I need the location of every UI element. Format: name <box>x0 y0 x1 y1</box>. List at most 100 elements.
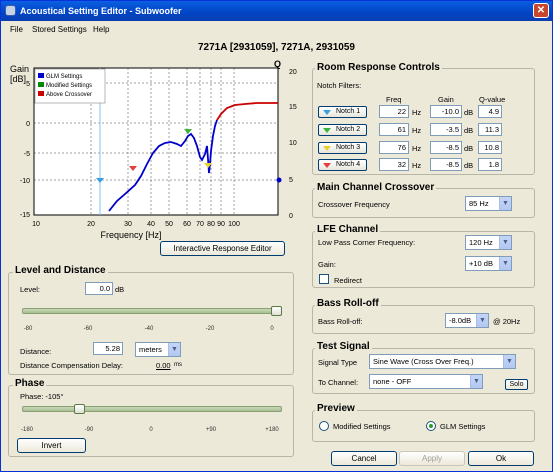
notch-1-gain[interactable]: -10.0 <box>430 105 462 118</box>
notch-3-q[interactable]: 10.8 <box>478 141 502 154</box>
notch-3-gain[interactable]: -8.5 <box>430 141 462 154</box>
level-db-unit: dB <box>115 285 125 294</box>
notch-3-label: Notch 3 <box>336 144 361 151</box>
chevron-down-icon[interactable]: ▼ <box>503 355 515 368</box>
phase-tick: -180 <box>20 427 34 433</box>
distance-label: Distance: <box>20 347 52 356</box>
notch-1-label: Notch 1 <box>336 108 361 115</box>
apply-button[interactable]: Apply <box>399 451 465 466</box>
title-bar: Acoustical Setting Editor - Subwoofer ✕ <box>1 1 552 21</box>
to-channel-label: To Channel: <box>318 378 359 387</box>
legend-above: Above Crossover <box>46 92 92 98</box>
notch-1-button[interactable]: Notch 1 <box>318 106 367 118</box>
notch-4-freq[interactable]: 32 <box>379 158 409 171</box>
ok-button[interactable]: Ok <box>468 451 534 466</box>
col-gain: Gain <box>438 95 454 104</box>
notch-4-color-icon <box>323 163 331 168</box>
notch-4-gain[interactable]: -8.5 <box>430 158 462 171</box>
app-icon <box>5 5 16 16</box>
y-tick: -5 <box>24 151 30 158</box>
col-freq: Freq <box>386 95 402 104</box>
redirect-checkbox[interactable] <box>319 274 329 284</box>
level-distance-group <box>8 272 294 375</box>
menu-stored-settings[interactable]: Stored Settings <box>32 25 87 34</box>
chevron-down-icon[interactable]: ▼ <box>476 314 488 327</box>
level-slider-thumb[interactable] <box>271 306 282 316</box>
q-marker <box>276 177 282 183</box>
legend: GLM Settings Modified Settings Above Cro… <box>34 68 106 104</box>
q-tick: 15 <box>289 104 297 111</box>
distance-field[interactable]: 5.28 <box>93 342 123 355</box>
y-tick: -15 <box>20 212 30 219</box>
glm-settings-label: GLM Settings <box>440 422 486 431</box>
phase-slider[interactable] <box>22 406 282 412</box>
chevron-down-icon[interactable]: ▼ <box>499 236 511 249</box>
level-slider[interactable] <box>22 308 282 314</box>
crossover-title: Main Channel Crossover <box>315 182 437 193</box>
x-tick: 10 <box>32 221 40 228</box>
q-tick: 0 <box>289 213 293 220</box>
close-icon[interactable]: ✕ <box>533 3 549 18</box>
notch-4-button[interactable]: Notch 4 <box>318 159 367 171</box>
chevron-down-icon[interactable]: ▼ <box>499 197 511 210</box>
level-field[interactable]: 0.0 <box>85 282 113 295</box>
signal-type-select[interactable]: Sine Wave (Cross Over Freq.) ▼ <box>369 354 516 369</box>
lowpass-value: 120 Hz <box>469 238 493 247</box>
glm-settings-radio[interactable] <box>426 421 436 431</box>
lfe-gain-select[interactable]: +10 dB ▼ <box>465 256 512 271</box>
menu-file[interactable]: File <box>10 25 23 34</box>
db-unit: dB <box>464 108 474 117</box>
notch-4-q[interactable]: 1.8 <box>478 158 502 171</box>
notch-2-label: Notch 2 <box>336 126 361 133</box>
notch-2-freq[interactable]: 61 <box>379 123 409 136</box>
distance-unit-select[interactable]: meters ▼ <box>135 342 181 357</box>
signal-type-label: Signal Type <box>318 358 358 367</box>
level-tick: 0 <box>270 326 274 332</box>
chevron-down-icon[interactable]: ▼ <box>499 257 511 270</box>
modified-settings-radio[interactable] <box>319 421 329 431</box>
to-channel-select[interactable]: none - OFF ▼ <box>369 374 483 389</box>
notch-3-button[interactable]: Notch 3 <box>318 142 367 154</box>
notch-2-q[interactable]: 11.3 <box>478 123 502 136</box>
x-tick: 20 <box>87 221 95 228</box>
notch-1-q[interactable]: 4.9 <box>478 105 502 118</box>
y-tick: -10 <box>20 178 30 185</box>
q-ticks: 20 15 10 5 0 <box>289 69 297 220</box>
notch-2-button[interactable]: Notch 2 <box>318 124 367 136</box>
response-graph[interactable]: Gain [dB] Q 5 0 -5 -10 -15 20 15 10 5 0 … <box>1 56 301 268</box>
menu-help[interactable]: Help <box>93 25 109 34</box>
hz-unit: Hz <box>412 126 422 135</box>
phase-label: Phase: -105° <box>20 392 64 401</box>
invert-button[interactable]: Invert <box>17 438 86 453</box>
lowpass-select[interactable]: 120 Hz ▼ <box>465 235 512 250</box>
gain-axis-label: Gain <box>10 64 29 74</box>
notch-1-freq[interactable]: 22 <box>379 105 409 118</box>
to-channel-value: none - OFF <box>373 377 412 386</box>
x-tick: 80 <box>207 221 215 228</box>
notch-3-freq[interactable]: 76 <box>379 141 409 154</box>
solo-button[interactable]: Solo <box>505 379 528 390</box>
y-tick: 5 <box>26 81 30 88</box>
menu-bar: File Stored Settings Help <box>1 22 552 36</box>
frequency-axis-label: Frequency [Hz] <box>100 230 161 240</box>
notch-4-label: Notch 4 <box>336 161 361 168</box>
notch-3-color-icon <box>323 146 331 151</box>
crossover-select[interactable]: 85 Hz ▼ <box>465 196 512 211</box>
notch-1-color-icon <box>323 110 331 115</box>
cancel-button[interactable]: Cancel <box>331 451 397 466</box>
editor-window: Acoustical Setting Editor - Subwoofer ✕ … <box>0 0 553 472</box>
y-ticks: 5 0 -5 -10 -15 <box>20 81 30 219</box>
chevron-down-icon[interactable]: ▼ <box>470 375 482 388</box>
level-distance-title: Level and Distance <box>13 265 108 276</box>
notch-2-gain[interactable]: -3.5 <box>430 123 462 136</box>
delay-unit: ms <box>174 362 182 368</box>
db-unit: dB <box>464 161 474 170</box>
hz-unit: Hz <box>412 161 422 170</box>
chevron-down-icon[interactable]: ▼ <box>168 343 180 356</box>
phase-slider-thumb[interactable] <box>73 404 85 414</box>
bass-rolloff-select[interactable]: -8.0dB ▼ <box>445 313 489 328</box>
interactive-response-editor-button[interactable]: Interactive Response Editor <box>160 241 285 256</box>
notch-2-color-icon <box>323 128 331 133</box>
delay-value: 0.00 <box>156 361 171 370</box>
x-tick: 100 <box>228 221 240 228</box>
